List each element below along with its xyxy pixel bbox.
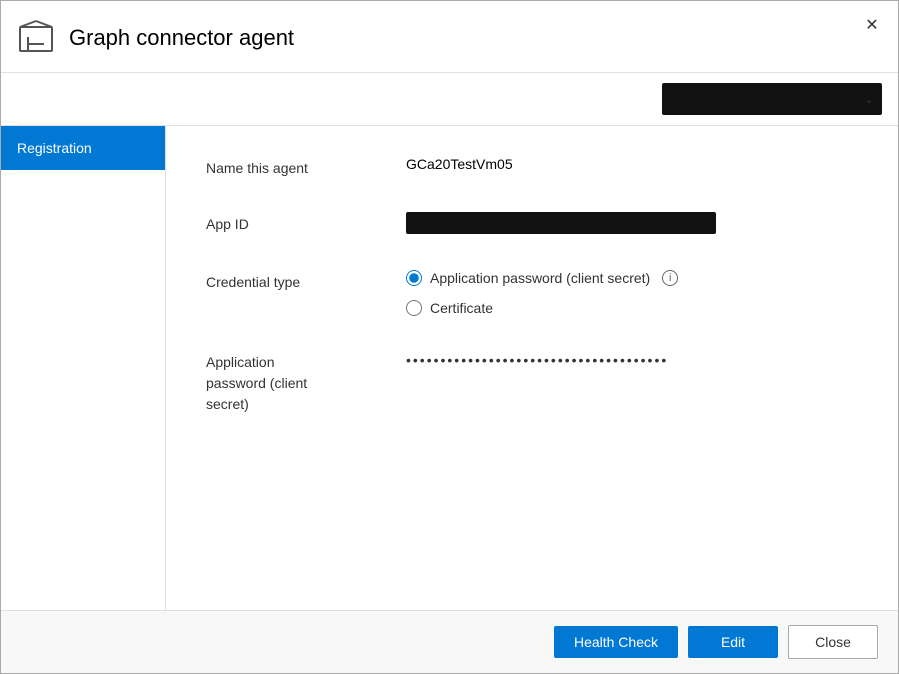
main-body: Registration Name this agent GCa20TestVm… — [1, 126, 898, 610]
window-title: Graph connector agent — [69, 25, 294, 51]
radio-certificate[interactable] — [406, 300, 422, 316]
app-icon — [17, 19, 55, 57]
label-name-agent: Name this agent — [206, 156, 406, 176]
dropdown-bar: ⌄ — [1, 73, 898, 126]
account-dropdown[interactable] — [662, 83, 882, 115]
radio-label-app-password: Application password (client secret) — [430, 270, 650, 286]
radio-label-certificate: Certificate — [430, 300, 493, 316]
form-row-credential: Credential type Application password (cl… — [206, 270, 858, 316]
label-app-password: Applicationpassword (clientsecret) — [206, 352, 406, 415]
content-area: Name this agent GCa20TestVm05 App ID Cre… — [166, 126, 898, 610]
close-button[interactable]: Close — [788, 625, 878, 659]
sidebar-item-registration[interactable]: Registration — [1, 126, 165, 170]
label-credential-type: Credential type — [206, 270, 406, 290]
radio-option-certificate[interactable]: Certificate — [406, 300, 858, 316]
value-app-password: •••••••••••••••••••••••••••••••••••••• — [406, 352, 858, 368]
title-bar: Graph connector agent ✕ — [1, 1, 898, 73]
edit-button[interactable]: Edit — [688, 626, 778, 658]
radio-option-app-password[interactable]: Application password (client secret) i — [406, 270, 858, 286]
radio-app-password[interactable] — [406, 270, 422, 286]
form-row-name: Name this agent GCa20TestVm05 — [206, 156, 858, 176]
form-row-password: Applicationpassword (clientsecret) •••••… — [206, 352, 858, 415]
window-close-button[interactable]: ✕ — [858, 11, 886, 39]
sidebar: Registration — [1, 126, 166, 610]
footer: Health Check Edit Close — [1, 610, 898, 673]
credential-options: Application password (client secret) i C… — [406, 270, 858, 316]
app-window: Graph connector agent ✕ ⌄ Registration N… — [0, 0, 899, 674]
account-dropdown-wrapper[interactable]: ⌄ — [662, 83, 882, 115]
health-check-button[interactable]: Health Check — [554, 626, 678, 658]
form-row-appid: App ID — [206, 212, 858, 234]
label-app-id: App ID — [206, 212, 406, 232]
value-name-agent: GCa20TestVm05 — [406, 156, 858, 172]
title-bar-left: Graph connector agent — [17, 19, 294, 57]
info-icon-app-password[interactable]: i — [662, 270, 678, 286]
app-id-bar — [406, 212, 716, 234]
value-app-id — [406, 212, 858, 234]
password-dots: •••••••••••••••••••••••••••••••••••••• — [406, 352, 668, 368]
